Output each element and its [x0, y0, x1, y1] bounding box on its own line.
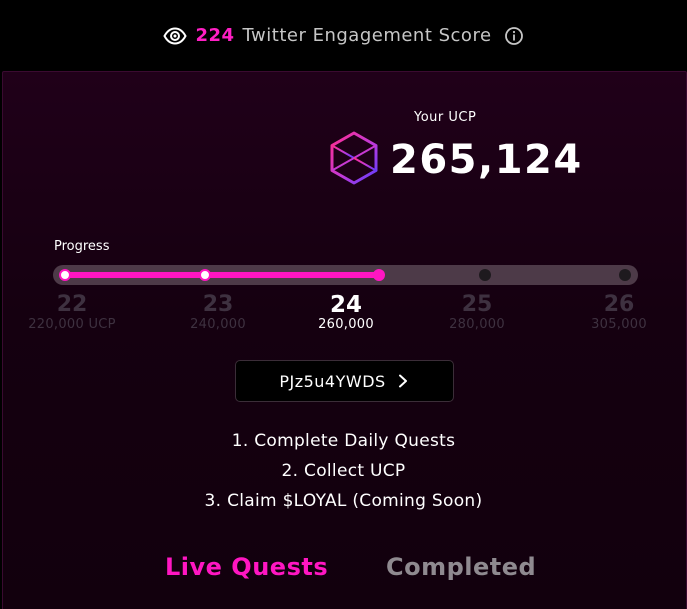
progress-marker-26 — [619, 269, 631, 281]
ucp-title: Your UCP — [414, 110, 477, 125]
info-icon[interactable] — [504, 26, 524, 46]
level-22: 22 220,000 UCP — [17, 292, 127, 332]
level-24: 24 260,000 — [291, 292, 401, 332]
level-23: 23 240,000 — [163, 292, 273, 332]
engagement-score-value: 224 — [195, 25, 235, 46]
chevron-right-icon — [396, 374, 410, 388]
level-number: 22 — [56, 292, 88, 317]
referral-code-button[interactable]: PJz5u4YWDS — [235, 360, 454, 402]
progress-track — [53, 265, 638, 285]
progress-label: Progress — [54, 239, 110, 254]
engagement-header: 224 Twitter Engagement Score — [0, 0, 687, 71]
tab-live-quests[interactable]: Live Quests — [165, 553, 328, 581]
instruction-step: 2. Collect UCP — [281, 461, 406, 481]
instruction-step: 1. Complete Daily Quests — [231, 431, 456, 451]
instructions-list: 1. Complete Daily Quests 2. Collect UCP … — [0, 426, 687, 516]
eye-icon — [163, 24, 188, 48]
level-number: 25 — [461, 292, 493, 317]
page: 224 Twitter Engagement Score Your UCP 26… — [0, 0, 687, 609]
engagement-score-label: Twitter Engagement Score — [242, 25, 492, 46]
ucp-value: 265,124 — [390, 137, 583, 183]
level-requirement: 240,000 — [190, 317, 246, 332]
tab-completed[interactable]: Completed — [386, 553, 536, 581]
level-number: 24 — [329, 292, 362, 318]
level-number: 23 — [202, 292, 234, 317]
progress-marker-25 — [479, 269, 491, 281]
instruction-step: 3. Claim $LOYAL (Coming Soon) — [204, 491, 483, 511]
progress-fill — [65, 272, 379, 278]
quest-tabs: Live Quests Completed — [0, 553, 687, 589]
level-requirement: 260,000 — [318, 317, 374, 332]
level-requirement: 220,000 UCP — [28, 317, 116, 332]
referral-code: PJz5u4YWDS — [279, 371, 386, 391]
progress-marker-22 — [59, 269, 71, 281]
progress-marker-24 — [373, 269, 385, 281]
hexagon-cube-icon — [328, 130, 380, 186]
level-25: 25 280,000 — [422, 292, 532, 332]
progress-marker-23 — [199, 269, 211, 281]
level-26: 26 305,000 — [564, 292, 674, 332]
level-requirement: 305,000 — [591, 317, 647, 332]
level-number: 26 — [603, 292, 635, 317]
level-requirement: 280,000 — [449, 317, 505, 332]
